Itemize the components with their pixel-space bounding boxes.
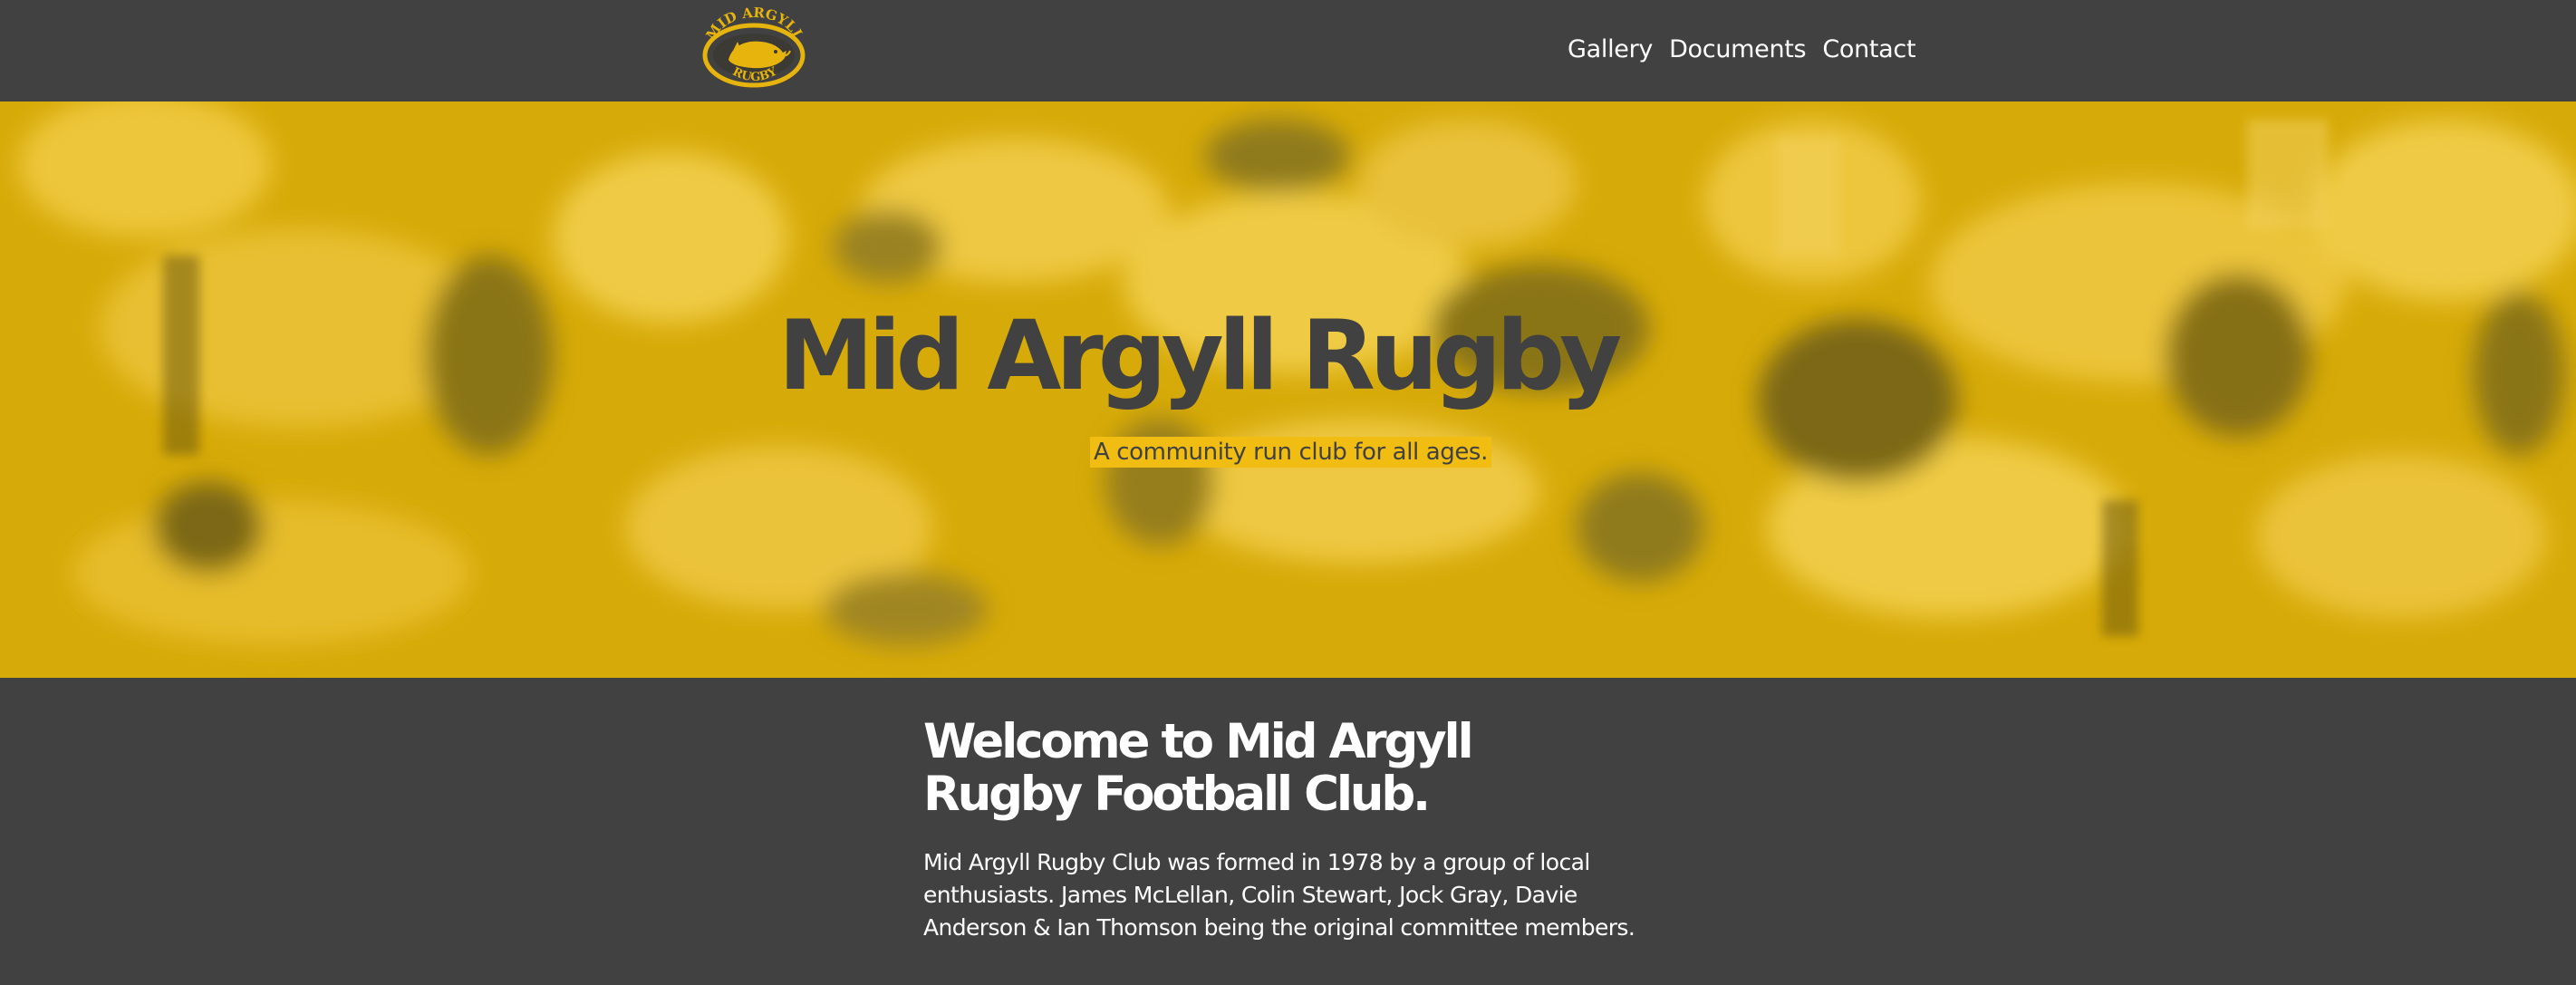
hero-title: Mid Argyll Rugby [777, 300, 1622, 411]
hero-banner: Mid Argyll Rugby A community run club fo… [0, 101, 2576, 678]
welcome-heading: Welcome to Mid Argyll Rugby Football Clu… [923, 714, 1474, 822]
welcome-section: Welcome to Mid Argyll Rugby Football Clu… [923, 716, 1666, 944]
nav-link-contact[interactable]: Contact [1822, 35, 1915, 63]
main-nav: Gallery Documents Contact [1568, 31, 1932, 67]
hero-tagline-container: A community run club for all ages. [3, 437, 2576, 468]
nav-link-gallery[interactable]: Gallery [1568, 35, 1653, 63]
welcome-body: Mid Argyll Rugby Club was formed in 1978… [923, 849, 1635, 941]
boar-logo-icon: MID ARGYLL RUGBY [702, 5, 806, 88]
nav-link-documents[interactable]: Documents [1669, 35, 1807, 63]
hero-tagline: A community run club for all ages. [1090, 437, 1491, 468]
club-logo[interactable]: MID ARGYLL RUGBY [701, 5, 806, 89]
site-header: MID ARGYLL RUGBY Gallery Documents Conta… [0, 0, 2576, 101]
